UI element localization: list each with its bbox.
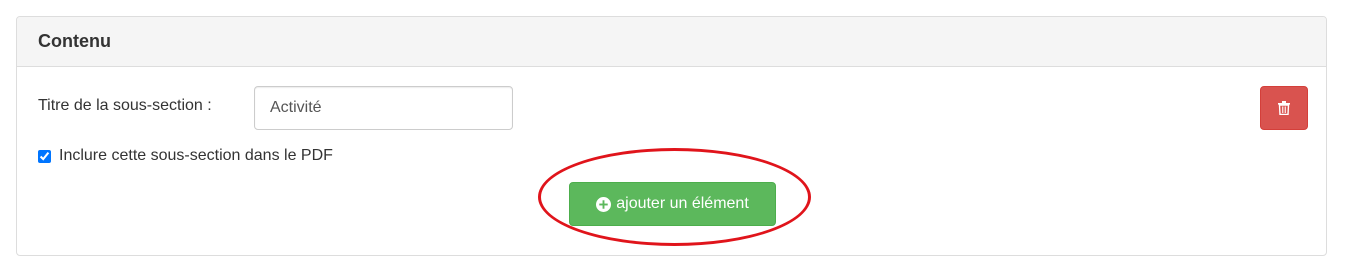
delete-subsection-button[interactable]: [1260, 86, 1308, 130]
trash-icon: [1278, 101, 1290, 115]
add-element-button[interactable]: ajouter un élément: [569, 182, 776, 226]
include-pdf-label: Inclure cette sous-section dans le PDF: [59, 147, 333, 164]
include-pdf-row[interactable]: Inclure cette sous-section dans le PDF: [38, 147, 333, 165]
content-panel: Contenu Titre de la sous-section : Inclu…: [16, 16, 1327, 256]
subsection-title-input[interactable]: [254, 86, 513, 130]
panel-title: Contenu: [38, 31, 111, 51]
add-element-label: ajouter un élément: [616, 195, 749, 212]
plus-circle-icon: [596, 196, 612, 212]
panel-heading: Contenu: [17, 17, 1326, 67]
include-pdf-checkbox[interactable]: [38, 149, 51, 163]
subsection-title-label: Titre de la sous-section :: [38, 97, 212, 114]
